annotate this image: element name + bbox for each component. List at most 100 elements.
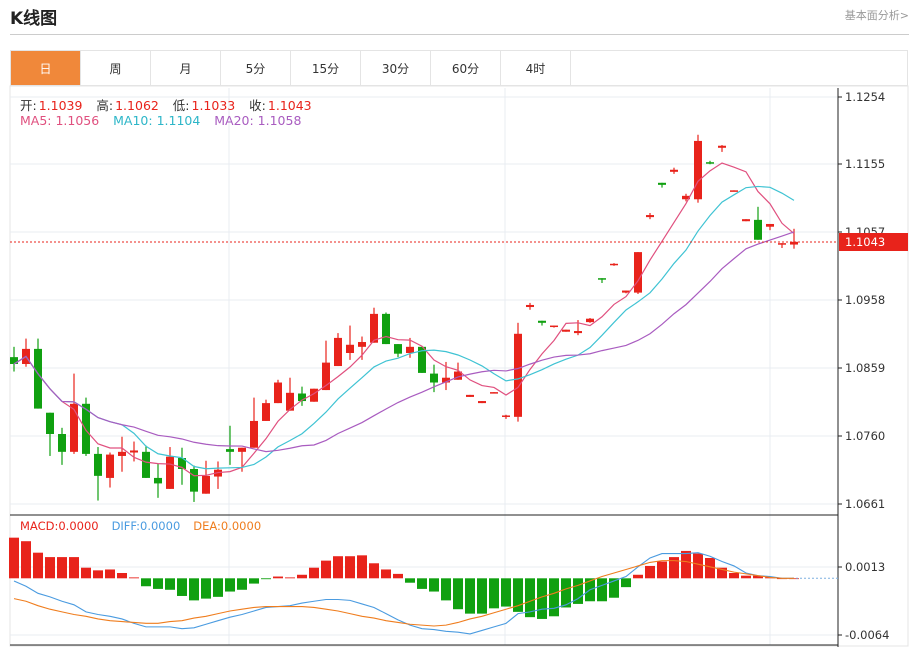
macd-bar	[93, 570, 103, 579]
candle-up	[586, 318, 594, 323]
candle-up	[262, 403, 270, 421]
close-label: 收:	[249, 98, 266, 113]
candle-up	[526, 304, 534, 308]
tab-day[interactable]: 日	[11, 51, 81, 85]
candle-up	[742, 219, 750, 222]
candle-up	[478, 401, 486, 404]
candle-up	[562, 329, 570, 332]
diff-value: DIFF:0.0000	[111, 519, 181, 533]
macd-y-tick: 0.0013	[845, 560, 886, 574]
high-label: 高:	[96, 98, 114, 113]
fundamental-analysis-link[interactable]: 基本面分析>	[845, 7, 909, 23]
y-tick: 1.0859	[845, 361, 886, 375]
candle-up	[118, 451, 126, 456]
macd-value: MACD:0.0000	[20, 519, 99, 533]
ma-info: MA5: 1.1056 MA10: 1.1104 MA20: 1.1058	[20, 113, 303, 128]
candle-down	[190, 468, 198, 492]
candle-up	[766, 223, 774, 227]
candle-up	[730, 190, 738, 192]
macd-bar	[657, 561, 667, 579]
macd-bar	[333, 556, 343, 579]
macd-bar	[237, 578, 247, 590]
macd-bar	[189, 578, 199, 601]
macd-bar	[201, 578, 211, 599]
macd-bar	[261, 578, 271, 580]
macd-bar	[357, 555, 367, 579]
tab-5min[interactable]: 5分	[221, 51, 291, 85]
open-label: 开:	[20, 98, 37, 113]
close-value: 1.1043	[267, 98, 312, 113]
candle-up	[490, 392, 498, 394]
ma20-line	[13, 231, 795, 453]
macd-bar	[429, 578, 439, 592]
macd-bar	[249, 578, 259, 584]
candle-up	[778, 243, 786, 245]
low-value: 1.1033	[191, 98, 236, 113]
candle-up	[694, 140, 702, 200]
candle-up	[70, 403, 78, 452]
candle-down	[58, 433, 66, 452]
candle-down	[154, 477, 162, 484]
macd-bar	[297, 574, 307, 579]
tab-week[interactable]: 周	[81, 51, 151, 85]
macd-bar	[405, 578, 415, 583]
candle-down	[658, 182, 666, 185]
macd-bar	[465, 578, 475, 614]
macd-bar	[597, 578, 607, 602]
candle-up	[634, 252, 642, 293]
macd-bar	[693, 553, 703, 579]
candle-down	[46, 412, 54, 434]
ma20-value: MA20: 1.1058	[214, 113, 302, 128]
macd-bar	[309, 567, 319, 579]
low-label: 低:	[172, 98, 190, 113]
candle-up	[346, 344, 354, 354]
open-value: 1.1039	[38, 98, 83, 113]
macd-y-tick: -0.0064	[845, 628, 890, 642]
candle-down	[10, 357, 18, 364]
tab-15min[interactable]: 15分	[291, 51, 361, 85]
ma5-line	[13, 162, 795, 477]
tab-4hour[interactable]: 4时	[501, 51, 571, 85]
macd-bar	[177, 578, 187, 596]
macd-bar	[381, 569, 391, 579]
y-tick: 1.0760	[845, 429, 886, 443]
macd-bar	[441, 578, 451, 601]
current-price-label: 1.1043	[839, 233, 908, 251]
macd-bar	[369, 563, 379, 579]
candle-up	[334, 337, 342, 367]
macd-bar	[21, 541, 31, 579]
candle-down	[94, 453, 102, 476]
candle-down	[538, 320, 546, 323]
tab-60min[interactable]: 60分	[431, 51, 501, 85]
candle-up	[358, 342, 366, 347]
candle-down	[754, 219, 762, 240]
macd-bar	[9, 537, 19, 579]
ohlc-info: 开: 1.1039 高: 1.1062 低: 1.1033 收: 1.1043	[20, 95, 314, 114]
macd-bar	[69, 557, 79, 579]
candle-up	[370, 313, 378, 343]
macd-bar	[45, 557, 55, 579]
macd-bar	[285, 577, 295, 579]
period-tabs: 日 周 月 5分 15分 30分 60分 4时	[10, 50, 908, 86]
macd-bar	[621, 578, 631, 588]
candle-up	[502, 415, 510, 417]
candle-down	[430, 373, 438, 383]
candle-down	[394, 344, 402, 354]
candle-up	[130, 450, 138, 453]
macd-bar	[273, 576, 283, 579]
macd-bar	[501, 578, 511, 607]
macd-bar	[549, 578, 559, 617]
candle-up	[670, 169, 678, 172]
macd-bar	[633, 574, 643, 579]
candle-down	[34, 348, 42, 409]
macd-bar	[117, 572, 127, 579]
candle-up	[166, 456, 174, 489]
macd-bar	[213, 578, 223, 597]
candle-up	[610, 263, 618, 266]
dea-value: DEA:0.0000	[193, 519, 262, 533]
tab-month[interactable]: 月	[151, 51, 221, 85]
y-tick: 1.0958	[845, 293, 886, 307]
tab-30min[interactable]: 30分	[361, 51, 431, 85]
candle-up	[406, 346, 414, 354]
candle-up	[718, 145, 726, 148]
